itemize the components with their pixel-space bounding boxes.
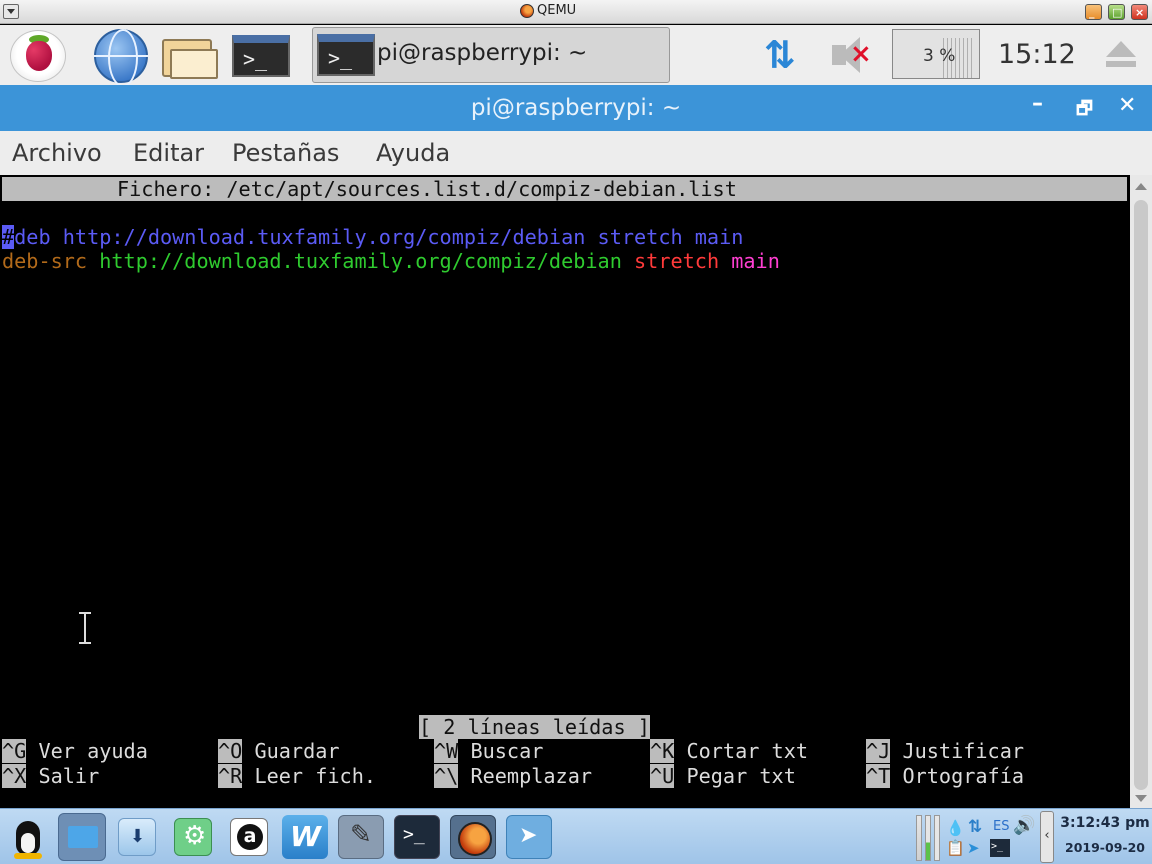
shortcut-search: ^W Buscar [434,739,544,763]
line2-component: main [731,249,780,273]
browser-launcher-icon[interactable] [94,29,148,87]
qemu-title: QEMU [520,3,576,18]
menu-editar[interactable]: Editar [133,139,204,167]
tray-drop-icon[interactable]: 💧 [946,819,965,837]
file-line-1[interactable]: #deb http://download.tuxfamily.org/compi… [2,225,743,249]
panel-clock[interactable]: 15:12 [998,39,1076,70]
cpu-usage-monitor[interactable]: 3 % [892,29,980,79]
text-editor-app-icon[interactable] [338,815,384,859]
shortcut-save: ^O Guardar [218,739,340,763]
system-load-graph[interactable] [912,813,940,861]
tray-terminal-icon[interactable]: >_ [990,839,1010,857]
tray-language-indicator[interactable]: ES [993,819,1009,834]
file-line-2[interactable]: deb-src http://download.tuxfamily.org/co… [2,249,780,273]
host-taskbar: 💧 ⇅ ES 🔊 📋 ➤ >_ ‹ 3:12:43 pm 2019-09-20 [0,808,1152,864]
terminal-menubar: Archivo Editar Pestañas Ayuda [0,131,1152,175]
scroll-up-icon[interactable] [1135,183,1147,190]
taskbar-terminal-window-button[interactable]: >_ pi@raspberrypi: ~ [312,27,670,83]
volume-muted-icon[interactable]: × [832,35,880,75]
qemu-maximize-button[interactable]: □ [1108,4,1125,20]
files-app-icon[interactable] [58,813,106,861]
ibeam-cursor-icon [78,612,92,644]
minimize-icon[interactable]: – [1032,91,1043,116]
w-app-icon[interactable] [282,815,328,859]
terminal-scrollbar[interactable] [1130,175,1152,808]
tux-menu-icon[interactable] [8,813,48,861]
terminal-app-icon[interactable] [394,815,440,859]
scroll-down-icon[interactable] [1135,795,1147,802]
tray-collapse-button[interactable]: ‹ [1040,811,1054,863]
eject-icon[interactable] [1106,41,1136,69]
tray-telegram-icon[interactable]: ➤ [967,839,980,857]
amazon-app-icon[interactable] [230,818,268,856]
nano-status-message: [ 2 líneas leídas ] [419,715,650,739]
terminal-titlebar: pi@raspberrypi: ~ – 🗗 ✕ [0,85,1152,131]
terminal-content[interactable]: Fichero: /etc/apt/sources.list.d/compiz-… [0,175,1130,808]
shortcut-spell: ^T Ortografía [866,764,1025,788]
terminal-launcher-icon[interactable]: >_ [232,35,290,77]
qemu-app-icon[interactable] [450,815,496,859]
shortcut-help: ^G Ver ayuda [2,739,148,763]
mouse-pointer-icon [654,640,664,658]
cpu-usage-text: 3 % [923,46,956,66]
tray-clipboard-icon[interactable]: 📋 [946,839,965,857]
taskbar-window-label: pi@raspberrypi: ~ [377,40,588,66]
tray-network-icon[interactable]: ⇅ [968,817,982,837]
scroll-thumb[interactable] [1134,200,1148,790]
host-clock-date[interactable]: 2019-09-20 [1060,840,1150,855]
shortcut-replace: ^\ Reemplazar [434,764,593,788]
network-arrows-icon[interactable]: ⇅ [764,33,796,77]
tray-volume-icon[interactable]: 🔊 [1013,815,1035,836]
restore-icon[interactable]: 🗗 [1076,96,1093,126]
telegram-app-icon[interactable] [506,815,552,859]
menu-pestanas[interactable]: Pestañas [232,139,339,167]
download-app-icon[interactable] [118,818,156,856]
line1-text: deb http://download.tuxfamily.org/compiz… [14,225,744,249]
file-manager-launcher-icon[interactable] [162,35,218,79]
shortcut-justify: ^J Justificar [866,739,1025,763]
line2-url: http://download.tuxfamily.org/compiz/deb… [99,249,622,273]
qemu-titlebar: QEMU _ □ × [0,0,1152,24]
shortcut-read-file: ^R Leer fich. [218,764,377,788]
qemu-minimize-button[interactable]: _ [1085,4,1102,20]
line2-type: deb-src [2,249,88,273]
host-clock-time[interactable]: 3:12:43 pm [1060,815,1150,831]
shortcut-cut: ^K Cortar txt [650,739,809,763]
menu-ayuda[interactable]: Ayuda [376,139,450,167]
rpi-top-panel: >_ >_ pi@raspberrypi: ~ ⇅ × 3 % 15:12 [0,25,1152,87]
shortcut-exit: ^X Salir [2,764,100,788]
shortcut-paste: ^U Pegar txt [650,764,796,788]
terminal-window-title: pi@raspberrypi: ~ [470,95,682,121]
line2-dist: stretch [634,249,720,273]
qemu-window-menu-button[interactable] [3,4,19,19]
text-cursor: # [2,225,15,249]
raspberry-menu-button[interactable] [10,30,66,82]
nano-file-name: Fichero: /etc/apt/sources.list.d/compiz-… [117,177,737,201]
qemu-logo-icon [520,3,534,18]
settings-app-icon[interactable] [174,818,212,856]
nano-file-header: Fichero: /etc/apt/sources.list.d/compiz-… [2,177,1127,201]
terminal-icon: >_ [317,34,375,76]
close-icon[interactable]: ✕ [1118,93,1136,118]
qemu-close-button[interactable]: × [1131,4,1148,20]
qemu-title-text: QEMU [537,3,577,18]
menu-archivo[interactable]: Archivo [12,139,102,167]
